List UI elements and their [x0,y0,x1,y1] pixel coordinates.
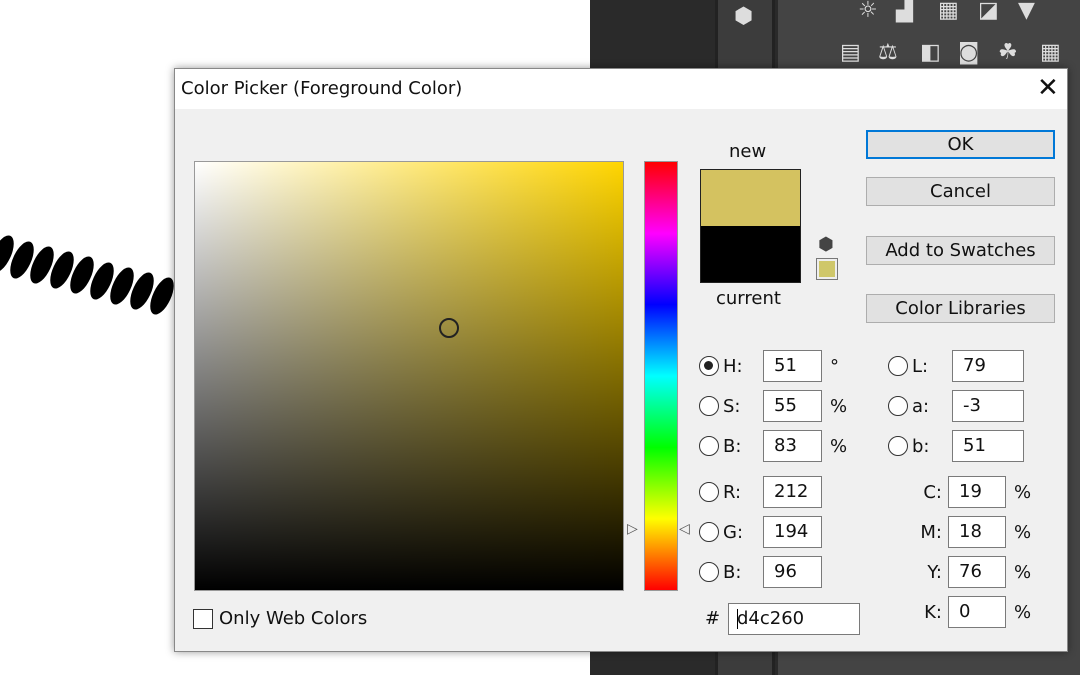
black-white-icon[interactable]: ◧ [920,42,941,64]
cyan-row: C: 19% [908,476,1031,508]
current-label: current [716,288,781,309]
web-safe-cube-icon[interactable]: ⬢ [818,234,834,255]
brightness-input[interactable]: 83 [763,430,822,462]
vibrance-icon[interactable]: ▼ [1018,0,1035,22]
red-radio[interactable] [699,482,719,502]
percent-unit: % [1014,601,1032,623]
exposure-icon[interactable]: ◪ [978,0,999,22]
magenta-row: M: 18% [908,516,1031,548]
green-row: G: 194 [699,516,822,548]
hue-slider-left-arrow-icon[interactable]: ▷ [627,521,638,537]
new-color-swatch [701,170,800,226]
new-label: new [729,141,767,162]
brightness-label: B: [723,435,742,457]
magenta-label: M: [920,521,942,543]
lab-l-radio[interactable] [888,356,908,376]
hue-slider[interactable] [644,161,678,591]
hue-slider-right-arrow-icon[interactable]: ◁ [679,521,690,537]
channel-mixer-icon[interactable]: ☘ [998,42,1018,64]
photo-filter-icon[interactable]: ◙ [958,42,979,64]
lab-l-row: L: 79 [888,350,1024,382]
red-row: R: 212 [699,476,822,508]
percent-unit: % [830,395,848,417]
add-to-swatches-button[interactable]: Add to Swatches [866,236,1055,265]
hue-row: H: 51 ° [699,350,839,382]
black-label: K: [924,601,942,623]
color-balance-icon[interactable]: ⚖ [878,42,898,64]
color-libraries-button[interactable]: Color Libraries [866,294,1055,323]
curves-icon[interactable]: ▦ [938,0,959,22]
web-safe-color-swatch[interactable] [816,258,838,280]
lab-b-radio[interactable] [888,436,908,456]
close-icon[interactable]: ✕ [1037,73,1059,103]
blue-input[interactable]: 96 [763,556,822,588]
lab-a-row: a: -3 [888,390,1024,422]
hex-input[interactable]: d4c260 [728,603,860,635]
lab-b-input[interactable]: 51 [952,430,1024,462]
percent-unit: % [830,435,848,457]
lab-a-label: a: [912,395,930,417]
brightness-radio[interactable] [699,436,719,456]
lab-b-label: b: [912,435,930,457]
color-lookup-icon[interactable]: ▦ [1040,42,1061,64]
color-field-cursor[interactable] [439,318,459,338]
hue-radio[interactable] [699,356,719,376]
lab-l-label: L: [912,355,929,377]
current-color-swatch[interactable] [701,226,800,282]
lab-a-radio[interactable] [888,396,908,416]
percent-unit: % [1014,561,1032,583]
cyan-label: C: [923,481,942,503]
canvas-coil-stroke [0,235,174,315]
hue-label: H: [723,355,743,377]
blue-radio[interactable] [699,562,719,582]
gradient-map-icon[interactable]: ▤ [840,42,861,64]
magenta-input[interactable]: 18 [948,516,1006,548]
saturation-label: S: [723,395,741,417]
percent-unit: % [1014,521,1032,543]
color-picker-dialog: Color Picker (Foreground Color) ✕ ▷ ◁ ne… [174,68,1068,652]
color-comparison-swatch [700,169,801,283]
yellow-label: Y: [927,561,942,583]
brightness-contrast-icon[interactable]: ☼ [858,0,878,22]
yellow-row: Y: 76% [908,556,1031,588]
3d-cube-icon[interactable]: ⬢ [734,6,753,28]
hue-input[interactable]: 51 [763,350,822,382]
saturation-row: S: 55% [699,390,847,422]
green-label: G: [723,521,744,543]
saturation-radio[interactable] [699,396,719,416]
ok-button[interactable]: OK [866,130,1055,159]
percent-unit: % [1014,481,1032,503]
title-bar: Color Picker (Foreground Color) ✕ [175,69,1067,109]
blue-label: B: [723,561,742,583]
cancel-button[interactable]: Cancel [866,177,1055,206]
cyan-input[interactable]: 19 [948,476,1006,508]
degree-unit: ° [830,355,839,377]
hex-label: # [705,608,721,629]
brightness-row: B: 83% [699,430,847,462]
blue-row: B: 96 [699,556,822,588]
hex-value: d4c260 [737,608,805,629]
levels-icon[interactable]: ▟ [896,0,913,22]
saturation-input[interactable]: 55 [763,390,822,422]
color-field[interactable] [194,161,624,591]
yellow-input[interactable]: 76 [948,556,1006,588]
checkbox-box[interactable] [193,608,213,629]
black-input[interactable]: 0 [948,596,1006,628]
only-web-colors-checkbox[interactable]: Only Web Colors [193,608,367,629]
lab-a-input[interactable]: -3 [952,390,1024,422]
lab-b-row: b: 51 [888,430,1024,462]
black-row: K: 0% [908,596,1031,628]
green-input[interactable]: 194 [763,516,822,548]
red-label: R: [723,481,742,503]
lab-l-input[interactable]: 79 [952,350,1024,382]
red-input[interactable]: 212 [763,476,822,508]
dialog-title: Color Picker (Foreground Color) [181,78,463,99]
green-radio[interactable] [699,522,719,542]
only-web-colors-label: Only Web Colors [219,608,368,629]
